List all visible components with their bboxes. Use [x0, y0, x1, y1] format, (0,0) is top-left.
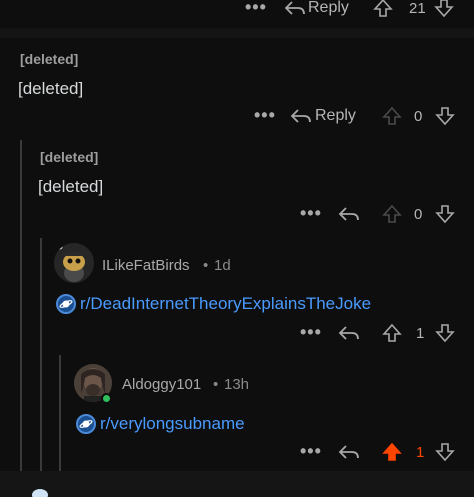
planet-icon	[76, 414, 96, 434]
comment-body: [deleted]	[18, 79, 84, 98]
reply-icon[interactable]	[338, 205, 360, 223]
upvote-icon-active[interactable]	[382, 442, 402, 462]
separator: •	[213, 376, 219, 393]
thread-line	[20, 140, 22, 471]
divider	[0, 28, 474, 38]
subreddit-link-text[interactable]: r/verylongsubname	[100, 414, 245, 434]
snoo-avatar-icon	[54, 243, 94, 283]
comment-author: [deleted]	[20, 51, 79, 67]
comment-thread: ••• Reply 21 [deleted] [deleted] ••• Rep…	[0, 0, 474, 497]
vote-count: 0	[414, 206, 423, 223]
thread-line	[59, 355, 61, 471]
vote-count: 0	[414, 108, 423, 125]
more-options-button[interactable]: •••	[300, 204, 322, 222]
reply-icon[interactable]	[290, 107, 312, 125]
reply-button[interactable]: Reply	[315, 107, 356, 125]
separator: •	[203, 257, 209, 274]
more-options-button[interactable]: •••	[300, 442, 322, 460]
downvote-icon[interactable]	[435, 204, 455, 224]
thread-line	[40, 238, 42, 471]
timestamp: 1d	[214, 257, 231, 274]
more-options-button[interactable]: •••	[245, 0, 267, 16]
downvote-icon[interactable]	[435, 442, 455, 462]
vote-count: 1	[416, 325, 425, 342]
vote-count: 1	[416, 444, 425, 461]
comment-author[interactable]: Aldoggy101	[122, 376, 201, 393]
avatar[interactable]	[54, 243, 94, 283]
comment-author: [deleted]	[40, 149, 99, 165]
reply-icon[interactable]	[338, 324, 360, 342]
more-options-button[interactable]: •••	[300, 323, 322, 341]
reply-icon[interactable]	[284, 0, 306, 17]
downvote-icon[interactable]	[434, 0, 454, 18]
comment-author[interactable]: ILikeFatBirds	[102, 257, 190, 274]
planet-icon	[56, 294, 76, 314]
timestamp: 13h	[224, 376, 250, 393]
parent-comment-actions: ••• Reply 21	[0, 0, 474, 22]
comment-body: [deleted]	[38, 177, 104, 196]
divider	[0, 471, 474, 497]
more-options-button[interactable]: •••	[254, 106, 276, 124]
subreddit-link-text[interactable]: r/DeadInternetTheoryExplainsTheJoke	[80, 294, 371, 314]
upvote-icon[interactable]	[373, 0, 393, 18]
subreddit-link[interactable]: r/DeadInternetTheoryExplainsTheJoke	[56, 294, 371, 314]
subreddit-link[interactable]: r/verylongsubname	[76, 414, 245, 434]
downvote-icon[interactable]	[435, 323, 455, 343]
upvote-icon[interactable]	[382, 106, 402, 126]
upvote-icon[interactable]	[382, 204, 402, 224]
reply-button[interactable]: Reply	[308, 0, 349, 17]
vote-count: 21	[409, 0, 426, 17]
reply-icon[interactable]	[338, 443, 360, 461]
next-avatar-icon	[32, 489, 48, 497]
downvote-icon[interactable]	[435, 106, 455, 126]
upvote-icon[interactable]	[382, 323, 402, 343]
online-indicator	[101, 393, 112, 404]
